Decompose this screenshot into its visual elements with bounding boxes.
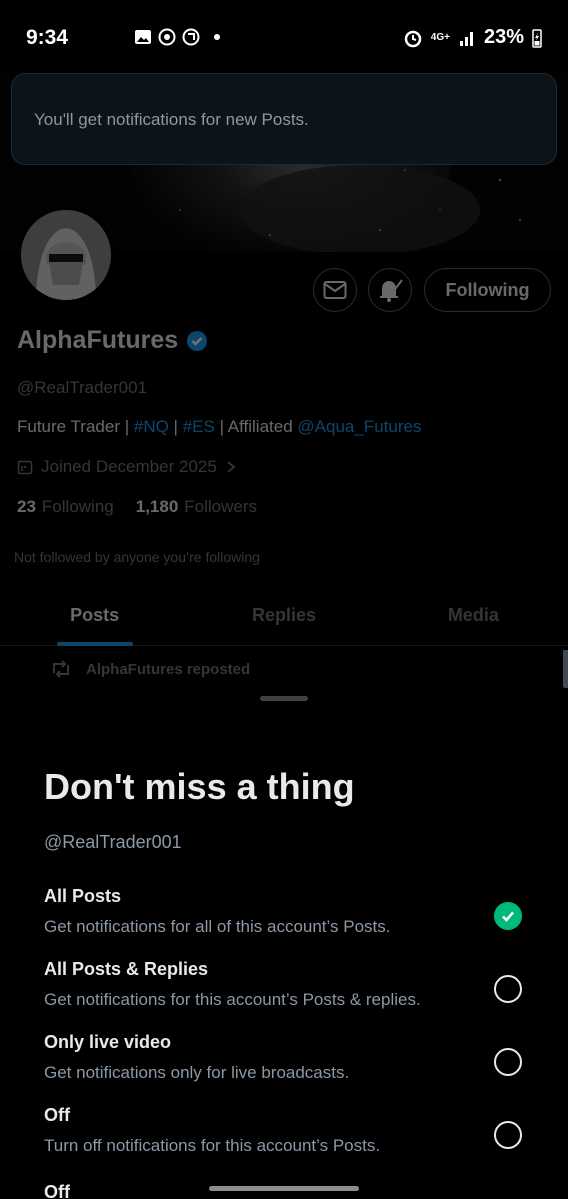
profile-avatar[interactable] [17,206,115,304]
calendar-icon [17,460,33,475]
option-only-live-video[interactable]: Only live video Get notifications only f… [44,1032,534,1096]
bio-separator: | [168,417,183,436]
option-radio-selected[interactable] [494,902,522,930]
mention-aqua-futures-link[interactable]: @Aqua_Futures [297,417,421,436]
network-type: 4G+ [430,32,450,43]
option-radio[interactable] [494,1121,522,1149]
followers-count-link[interactable]: 1,180 Followers [136,497,257,517]
bell-check-icon [380,279,403,302]
more-notifications-dot [214,34,220,40]
whatsapp-business-icon [182,28,200,46]
status-notification-icons [76,28,220,46]
sheet-drag-handle[interactable] [260,696,308,701]
repost-label: AlphaFutures reposted [86,660,251,678]
sheet-title: Don't miss a thing [44,766,355,807]
option-all-posts[interactable]: All Posts Get notifications for all of t… [44,886,534,950]
checkmark-icon [502,911,514,922]
gesture-navigation-bar[interactable] [209,1186,359,1191]
option-all-posts-replies[interactable]: All Posts & Replies Get notifications fo… [44,959,534,1023]
alarm-icon [404,30,422,47]
status-system-icons: 4G+ 23% [403,26,542,49]
option-description: Turn off notifications for this account’… [44,1136,381,1155]
option-description: Get notifications for all of this accoun… [44,917,391,936]
followers-count: 1,180 [135,497,179,516]
toast-message: You'll get notifications for new Posts. [34,110,309,129]
follow-counts: 23 Following 1,180 Followers [17,497,257,517]
joined-date: Joined December 2025 [41,457,217,476]
notifications-bottom-sheet: Don't miss a thing @RealTrader001 All Po… [0,682,568,1199]
following-label: Following [41,497,114,516]
tab-replies[interactable]: Replies [189,590,378,645]
profile-bio: Future Trader | #NQ | #ES | Affiliated @… [17,417,421,437]
status-bar: 9:34 4G+ 23% [0,0,568,72]
bio-text: Future Trader | [17,417,134,436]
profile-name: AlphaFutures [17,326,179,354]
option-title: All Posts & Replies [44,959,209,979]
option-title: Off [44,1105,70,1125]
option-off[interactable]: Off Turn off notifications for this acco… [44,1105,534,1169]
battery-percentage: 23% [483,26,524,48]
repost-indicator: AlphaFutures reposted [50,660,250,678]
gallery-icon [135,30,151,44]
hashtag-es-link[interactable]: #ES [183,417,215,436]
notifications-bell-button[interactable] [368,268,412,312]
not-followed-text: Not followed by anyone you’re following [14,549,260,565]
hashtag-nq-link[interactable]: #NQ [134,417,169,436]
option-radio[interactable] [494,975,522,1003]
followers-label: Followers [184,497,258,516]
whatsapp-icon [158,28,176,46]
option-title: Only live video [44,1032,172,1052]
profile-name-row: AlphaFutures [17,326,208,355]
option-description: Get notifications for this account’s Pos… [44,990,421,1009]
mail-icon [323,281,347,299]
following-count: 23 [17,497,36,516]
notification-toast: You'll get notifications for new Posts. [11,73,557,165]
verified-badge-icon[interactable] [186,330,208,352]
status-time: 9:34 [26,26,69,49]
joined-date-row[interactable]: Joined December 2025 [17,457,237,477]
option-description: Get notifications only for live broadcas… [44,1063,350,1082]
bio-affiliated-text: | Affiliated [214,417,298,436]
signal-icon [459,31,473,46]
profile-tabs: Posts Replies Media [0,590,568,646]
tab-media[interactable]: Media [379,590,568,645]
following-count-link[interactable]: 23 Following [17,497,114,517]
option-radio[interactable] [494,1048,522,1076]
chevron-right-icon [227,461,236,473]
tab-posts[interactable]: Posts [0,590,189,645]
option-title: All Posts [44,886,122,906]
battery-charging-icon [532,28,542,48]
scrollbar[interactable] [563,650,568,688]
following-button[interactable]: Following [424,268,551,312]
repost-icon [53,660,69,678]
message-button[interactable] [313,268,357,312]
profile-handle: @RealTrader001 [17,378,148,397]
sheet-account-handle: @RealTrader001 [44,832,182,852]
partially-visible-option: Off [44,1182,70,1199]
